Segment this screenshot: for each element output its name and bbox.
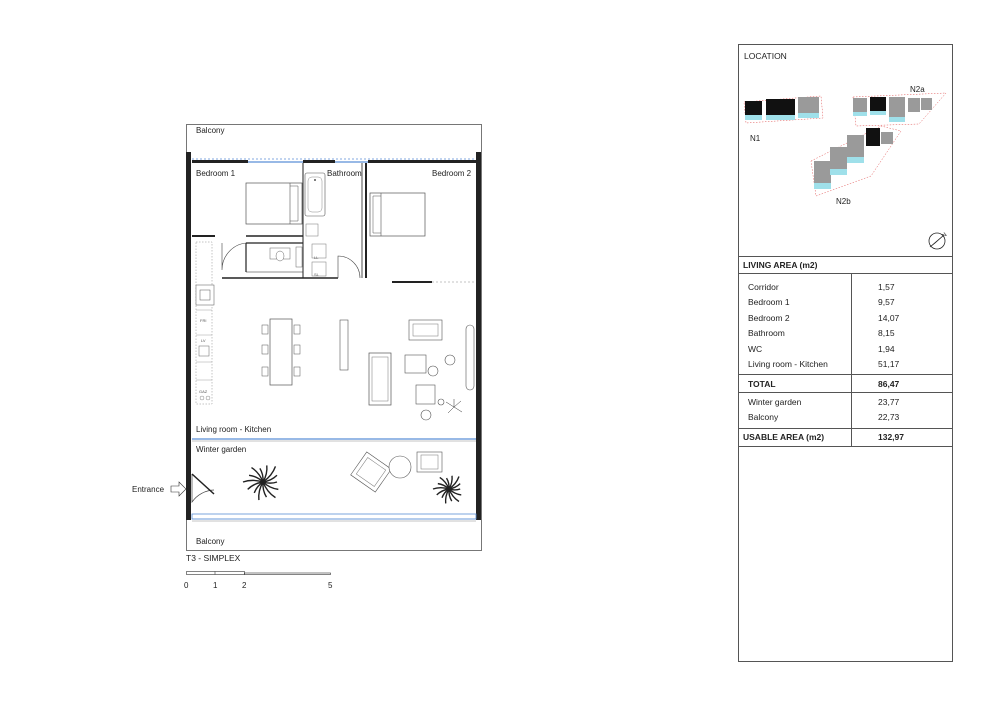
- location-title: LOCATION: [744, 51, 787, 61]
- room-label-bathroom: Bathroom: [327, 169, 362, 178]
- area-row: Bathroom 8,15: [739, 326, 952, 341]
- usable-area-row: USABLE AREA (m2) 132,97: [739, 430, 952, 445]
- lv-label: LV: [201, 338, 206, 343]
- scale-tick-label: 2: [242, 581, 247, 590]
- scale-bar: 0 1 2 5: [184, 571, 333, 590]
- area-row-value: 1,94: [878, 344, 895, 354]
- area-row-value: 9,57: [878, 297, 895, 307]
- info-panel: LOCATION N1 N2a N2b N LIVING AREA (m2) C…: [738, 44, 953, 662]
- fri-label: FRI: [200, 318, 206, 323]
- room-label-balcony-top: Balcony: [196, 126, 224, 135]
- area-row: Bedroom 2 14,07: [739, 311, 952, 326]
- area-row: Corridor 1,57: [739, 280, 952, 295]
- scale-tick-label: 1: [213, 581, 218, 590]
- plant-icon: [432, 475, 462, 504]
- location-label-n1: N1: [750, 134, 761, 143]
- room-label-winter-garden: Winter garden: [196, 445, 246, 454]
- area-row: Living room - Kitchen 51,17: [739, 357, 952, 372]
- usable-area-value: 132,97: [878, 432, 904, 442]
- location-label-n2a: N2a: [910, 85, 925, 94]
- area-row-name: Corridor: [748, 282, 779, 292]
- area-row-name: WC: [748, 344, 763, 354]
- total-name: TOTAL: [748, 379, 776, 389]
- living-area-title: LIVING AREA (m2): [743, 260, 818, 270]
- sl-label: SL: [314, 272, 320, 277]
- scale-tick-label: 0: [184, 581, 189, 590]
- area-row: Winter garden 23,77: [739, 395, 952, 410]
- scale-tick-label: 5: [328, 581, 333, 590]
- area-row-name: Balcony: [748, 412, 779, 422]
- north-arrow-icon: N: [928, 232, 948, 250]
- usable-area-name: USABLE AREA (m2): [743, 432, 825, 442]
- area-row-name: Bathroom: [748, 328, 785, 338]
- entrance-arrow-icon: [170, 481, 187, 497]
- room-label-bedroom2: Bedroom 2: [432, 169, 472, 178]
- area-row-value: 1,57: [878, 282, 895, 292]
- area-row: Balcony 22,73: [739, 410, 952, 425]
- location-label-n2b: N2b: [836, 197, 851, 206]
- entrance-label: Entrance: [132, 485, 165, 494]
- area-row-value: 51,17: [878, 359, 900, 369]
- room-label-living: Living room - Kitchen: [196, 425, 271, 434]
- wall-left: [186, 152, 191, 520]
- area-row-name: Winter garden: [748, 397, 802, 407]
- plan-title: T3 - SIMPLEX: [186, 553, 241, 563]
- floor-plan: LL SL FRI LV GAZ Balcony Bedroom 1 Bathr…: [132, 124, 482, 590]
- living-area-header: LIVING AREA (m2): [739, 256, 952, 274]
- area-row-name: Bedroom 1: [748, 297, 790, 307]
- area-row-value: 23,77: [878, 397, 900, 407]
- room-label-bedroom1: Bedroom 1: [196, 169, 236, 178]
- area-row: WC 1,94: [739, 342, 952, 357]
- gaz-label: GAZ: [199, 389, 208, 394]
- area-row-value: 22,73: [878, 412, 900, 422]
- area-row-name: Living room - Kitchen: [748, 359, 828, 369]
- area-row-name: Bedroom 2: [748, 313, 790, 323]
- ll-label: LL: [314, 255, 319, 260]
- area-row-value: 8,15: [878, 328, 895, 338]
- plant-icon: [242, 465, 279, 501]
- total-row: TOTAL 86,47: [739, 377, 952, 392]
- total-value: 86,47: [878, 379, 900, 389]
- wall-right: [476, 152, 481, 520]
- area-row: Bedroom 1 9,57: [739, 295, 952, 310]
- palm-frond: [242, 479, 264, 483]
- room-label-balcony-bottom: Balcony: [196, 537, 224, 546]
- location-map: N1 N2a N2b N: [743, 85, 948, 250]
- area-row-value: 14,07: [878, 313, 900, 323]
